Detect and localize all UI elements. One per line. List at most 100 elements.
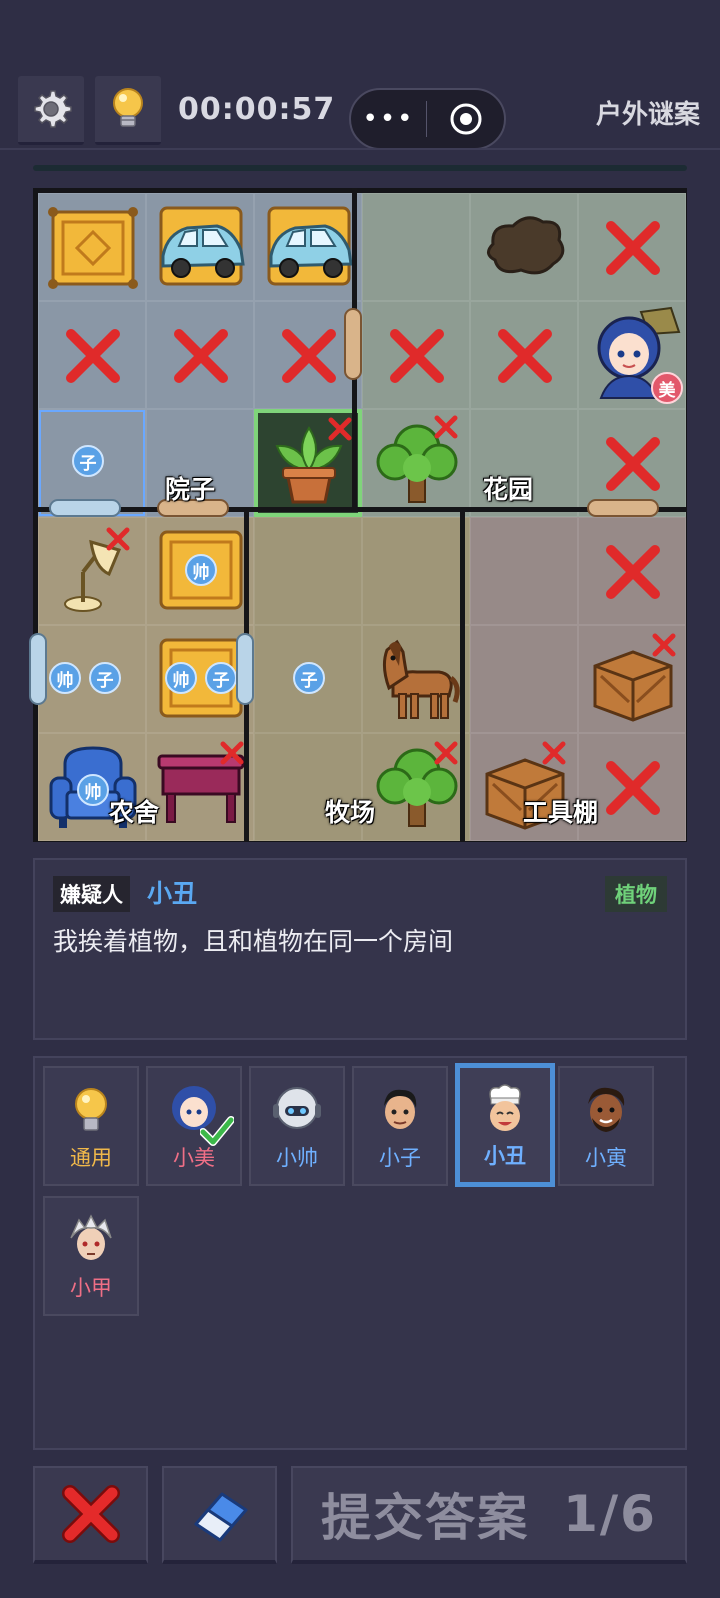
mode-title: 户外谜案: [595, 100, 700, 130]
character-name: 小帅: [276, 1146, 318, 1170]
eraser-button[interactable]: [162, 1466, 277, 1564]
cell-r0-c0[interactable]: [38, 193, 146, 301]
cell-r3-c3[interactable]: [362, 517, 470, 625]
cell-r3-c4[interactable]: [470, 517, 578, 625]
door: [49, 499, 121, 517]
cell-r4-c3[interactable]: [362, 625, 470, 733]
badge-mei: 美: [651, 372, 683, 404]
rug-icon: [48, 207, 138, 289]
room-label-garden: 花园: [483, 475, 534, 504]
badge-zi: 子: [205, 662, 237, 694]
target-icon: [450, 103, 481, 135]
badge-zi: 子: [89, 662, 121, 694]
character-xiaoshuai[interactable]: 小帅: [249, 1066, 345, 1186]
cell-r1-c3[interactable]: [362, 301, 470, 409]
timer: 00:00:57: [178, 92, 336, 127]
character-general[interactable]: 通用: [43, 1066, 139, 1186]
cell-r1-c5[interactable]: 美: [578, 301, 686, 409]
eliminated-x-icon: [434, 741, 458, 765]
character-xiaochou[interactable]: 小丑: [455, 1063, 555, 1187]
avatar-xiaozi-icon: [384, 1089, 417, 1129]
eliminated-x-icon: [328, 417, 352, 441]
character-name: 小美: [173, 1146, 215, 1170]
door: [587, 499, 659, 517]
badge-zi: 子: [72, 445, 104, 477]
cell-r0-c5[interactable]: [578, 193, 686, 301]
cross-mark-icon: [61, 1485, 120, 1543]
character-xiaomei[interactable]: 小美: [146, 1066, 242, 1186]
avatar-xiaoshuai-icon: [273, 1087, 321, 1129]
badge-zi: 子: [293, 662, 325, 694]
mark-cross-button[interactable]: [33, 1466, 148, 1564]
eliminated-x-icon: [652, 633, 676, 657]
room-label-ranch: 牧场: [325, 798, 376, 827]
eliminated-x-icon: [542, 741, 566, 765]
character-xiaozi[interactable]: 小子: [352, 1066, 448, 1186]
character-name: 小寅: [585, 1146, 627, 1170]
cell-r5-c1[interactable]: [146, 733, 254, 841]
character-xiaoyin[interactable]: 小寅: [558, 1066, 654, 1186]
avatar-xiaojia-icon: [70, 1214, 112, 1260]
miniprogram-capsule: •••: [349, 88, 506, 150]
cell-r4-c5[interactable]: [578, 625, 686, 733]
close-miniprogram-button[interactable]: [427, 101, 504, 137]
character-name: 通用: [70, 1146, 112, 1170]
submit-progress: 1/6: [563, 1485, 657, 1543]
character-panel: 通用 小美 小帅 小子 小丑 小寅 小甲: [33, 1056, 687, 1450]
cell-r3-c5[interactable]: [578, 517, 686, 625]
cross-mark-icon: [282, 329, 336, 383]
character-xiaojia[interactable]: 小甲: [43, 1196, 139, 1316]
badge-shuai: 帅: [77, 774, 109, 806]
eliminated-x-icon: [106, 527, 130, 551]
cell-r2-c3[interactable]: [362, 409, 470, 517]
cell-r2-c2[interactable]: [254, 409, 362, 517]
cell-r0-c1[interactable]: [146, 193, 254, 301]
top-bar: 00:00:57 ••• 户外谜案: [0, 0, 720, 150]
cell-r0-c3[interactable]: [362, 193, 470, 301]
cross-mark-icon: [390, 329, 444, 383]
clue-tag: 嫌疑人: [53, 876, 130, 912]
settings-button[interactable]: [18, 76, 84, 145]
cell-r4-c2[interactable]: 子: [254, 625, 362, 733]
cell-r4-c0[interactable]: 帅 子: [38, 625, 146, 733]
cross-mark-icon: [66, 329, 120, 383]
avatar-xiaochou-icon: [489, 1084, 521, 1131]
cell-r4-c4[interactable]: [470, 625, 578, 733]
submit-answer-button[interactable]: 提交答案 1/6: [291, 1466, 687, 1564]
cross-mark-icon: [606, 545, 660, 599]
clue-category: 植物: [605, 876, 667, 912]
clue-suspect-name: 小丑: [147, 879, 198, 908]
more-menu-button[interactable]: •••: [351, 106, 426, 132]
cell-r5-c3[interactable]: [362, 733, 470, 841]
eraser-icon: [194, 1492, 247, 1542]
lightbulb-icon: [75, 1088, 107, 1131]
character-name: 小子: [379, 1146, 421, 1170]
cross-mark-icon: [606, 761, 660, 815]
cross-mark-icon: [174, 329, 228, 383]
cross-mark-icon: [606, 437, 660, 491]
gear-icon: [34, 90, 72, 128]
mud-puddle-icon: [487, 216, 565, 275]
cell-r3-c1[interactable]: 帅: [146, 517, 254, 625]
room-label-shed: 工具棚: [523, 798, 599, 827]
clue-text: 我挨着植物，且和植物在同一个房间: [53, 927, 454, 956]
character-name: 小丑: [484, 1144, 526, 1168]
cell-r3-c2[interactable]: [254, 517, 362, 625]
lightbulb-icon: [113, 88, 143, 127]
cell-r0-c4[interactable]: [470, 193, 578, 301]
cell-r3-c0[interactable]: [38, 517, 146, 625]
header-divider: [0, 148, 720, 150]
hint-button[interactable]: [95, 76, 161, 145]
cell-r1-c0[interactable]: [38, 301, 146, 409]
cell-r1-c1[interactable]: [146, 301, 254, 409]
cross-mark-icon: [498, 329, 552, 383]
door: [344, 308, 362, 380]
puzzle-board: 美 子 帅 帅 子 帅 子 子 帅 院子 花园 农舍 牧场 工具棚: [29, 188, 687, 842]
avatar-xiaoyin-icon: [588, 1087, 625, 1132]
submit-label: 提交答案: [321, 1489, 530, 1547]
cell-r0-c2[interactable]: [254, 193, 362, 301]
clue-panel: 嫌疑人 小丑 植物 我挨着植物，且和植物在同一个房间: [33, 858, 687, 1040]
eliminated-x-icon: [434, 415, 458, 439]
door: [236, 633, 254, 705]
cell-r1-c4[interactable]: [470, 301, 578, 409]
